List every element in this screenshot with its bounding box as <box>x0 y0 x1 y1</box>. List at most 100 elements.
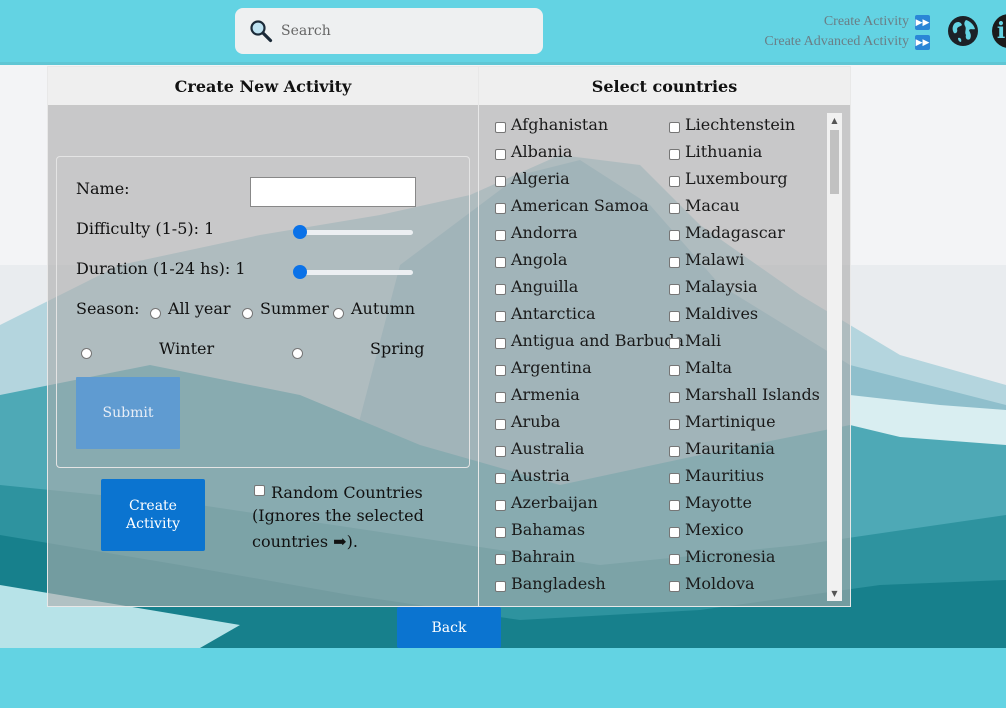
create-activity-title: Create New Activity <box>48 67 478 106</box>
scroll-down-arrow-icon[interactable]: ▼ <box>827 586 842 601</box>
country-label: Mauritania <box>685 439 775 458</box>
season-radio-summer[interactable] <box>242 308 253 319</box>
fast-forward-icon: ▶▶ <box>915 14 930 30</box>
create-advanced-activity-link-label: Create Advanced Activity <box>764 34 909 49</box>
country-checkbox[interactable] <box>669 311 680 322</box>
season-option-label: Spring <box>370 339 425 358</box>
season-radio-spring[interactable] <box>292 348 303 359</box>
country-label: Malta <box>685 358 733 377</box>
country-checkbox[interactable] <box>669 500 680 511</box>
random-countries-note: (Ignores the selected countries ➡). <box>252 506 424 551</box>
country-label: Moldova <box>685 574 755 593</box>
country-checkbox[interactable] <box>495 149 506 160</box>
country-label: American Samoa <box>511 196 649 215</box>
country-checkbox[interactable] <box>495 446 506 457</box>
country-checkbox[interactable] <box>495 230 506 241</box>
name-input[interactable] <box>250 177 416 207</box>
country-label: Malaysia <box>685 277 758 296</box>
create-activity-panel: Create New Activity Name: Difficulty (1-… <box>47 66 479 607</box>
country-label: Lithuania <box>685 142 763 161</box>
season-radio-all-year[interactable] <box>150 308 161 319</box>
country-checkbox[interactable] <box>669 446 680 457</box>
country-label: Madagascar <box>685 223 785 242</box>
country-checkbox[interactable] <box>495 203 506 214</box>
info-icon[interactable]: i <box>992 14 1006 48</box>
country-checkbox[interactable] <box>669 392 680 403</box>
country-checkbox[interactable] <box>669 122 680 133</box>
random-countries-checkbox[interactable] <box>254 485 265 496</box>
country-label: Bangladesh <box>511 574 606 593</box>
globe-icon[interactable] <box>946 14 980 48</box>
country-checkbox[interactable] <box>669 473 680 484</box>
country-label: Angola <box>511 250 568 269</box>
country-label: Micronesia <box>685 547 776 566</box>
country-checkbox[interactable] <box>495 311 506 322</box>
scrollbar-thumb[interactable] <box>830 130 839 194</box>
scroll-up-arrow-icon[interactable]: ▲ <box>827 113 842 128</box>
country-checkbox[interactable] <box>495 581 506 592</box>
country-label: Macau <box>685 196 740 215</box>
country-label: Andorra <box>511 223 578 242</box>
country-checkbox[interactable] <box>495 527 506 538</box>
country-checkbox[interactable] <box>495 257 506 268</box>
activity-form: Name: Difficulty (1-5): 1 Duration (1-24… <box>56 156 470 468</box>
fast-forward-icon: ▶▶ <box>915 34 930 50</box>
country-checkbox[interactable] <box>495 554 506 565</box>
country-checkbox[interactable] <box>669 230 680 241</box>
country-checkbox[interactable] <box>495 392 506 403</box>
footer-band <box>0 648 1006 708</box>
duration-label: Duration (1-24 hs): 1 <box>76 259 246 278</box>
select-countries-panel: Select countries Afghanistan Albania Alger… <box>478 66 851 607</box>
name-label: Name: <box>76 179 130 198</box>
country-label: Mayotte <box>685 493 752 512</box>
country-checkbox[interactable] <box>495 338 506 349</box>
difficulty-slider[interactable] <box>293 225 413 239</box>
country-label: Mali <box>685 331 722 350</box>
country-checkbox[interactable] <box>669 419 680 430</box>
country-checkbox[interactable] <box>669 203 680 214</box>
duration-slider-track <box>293 270 413 275</box>
country-checkbox[interactable] <box>495 365 506 376</box>
country-checkbox[interactable] <box>495 284 506 295</box>
search-icon <box>250 20 273 43</box>
country-list: Afghanistan Albania Algeria American Samoa A… <box>479 113 825 607</box>
country-checkbox[interactable] <box>669 149 680 160</box>
country-checkbox[interactable] <box>669 554 680 565</box>
duration-slider[interactable] <box>293 265 413 279</box>
country-label: Australia <box>511 439 585 458</box>
season-radio-autumn[interactable] <box>333 308 344 319</box>
search-input[interactable] <box>279 22 523 40</box>
country-label: Anguilla <box>511 277 579 296</box>
country-label: Liechtenstein <box>685 115 796 134</box>
country-checkbox[interactable] <box>669 338 680 349</box>
create-advanced-activity-link[interactable]: Create Advanced Activity ▶▶ <box>764 32 930 52</box>
season-radio-winter[interactable] <box>81 348 92 359</box>
country-checkbox[interactable] <box>669 581 680 592</box>
create-activity-link[interactable]: Create Activity ▶▶ <box>764 12 930 32</box>
country-checkbox[interactable] <box>495 473 506 484</box>
country-list-scrollbar[interactable]: ▲ ▼ <box>827 113 842 601</box>
country-checkbox[interactable] <box>495 122 506 133</box>
back-button[interactable]: Back <box>397 607 501 648</box>
country-checkbox[interactable] <box>495 500 506 511</box>
country-checkbox[interactable] <box>669 365 680 376</box>
submit-button[interactable]: Submit <box>76 377 180 449</box>
season-option-label: Autumn <box>351 299 416 318</box>
country-checkbox[interactable] <box>495 419 506 430</box>
search-bar[interactable] <box>235 8 543 54</box>
country-label: Luxembourg <box>685 169 788 188</box>
country-checkbox[interactable] <box>669 176 680 187</box>
country-label: Mauritius <box>685 466 765 485</box>
country-checkbox[interactable] <box>669 527 680 538</box>
country-checkbox[interactable] <box>669 284 680 295</box>
difficulty-slider-thumb[interactable] <box>293 225 307 239</box>
duration-slider-thumb[interactable] <box>293 265 307 279</box>
country-label: Bahrain <box>511 547 576 566</box>
country-checkbox[interactable] <box>669 257 680 268</box>
country-label: Afghanistan <box>511 115 609 134</box>
country-label: Armenia <box>511 385 580 404</box>
country-checkbox[interactable] <box>495 176 506 187</box>
country-label: Austria <box>511 466 570 485</box>
create-activity-button[interactable]: Create Activity <box>101 479 205 551</box>
season-label: Season: <box>76 299 140 318</box>
